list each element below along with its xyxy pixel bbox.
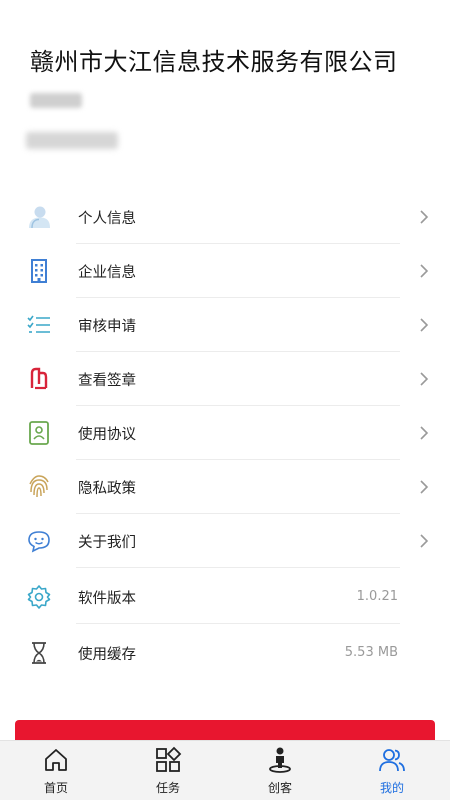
profile-header: 赣州市大江信息技术服务有限公司 (0, 0, 450, 178)
menu-item-about-us[interactable]: 关于我们 (0, 514, 450, 568)
menu-item-cache[interactable]: 使用缓存 5.53 MB (0, 626, 450, 680)
company-name: 赣州市大江信息技术服务有限公司 (30, 48, 398, 76)
chevron-right-icon (418, 209, 430, 225)
tab-maker[interactable]: 创客 (224, 741, 336, 800)
person-icon (26, 204, 52, 230)
menu-item-label: 关于我们 (78, 535, 136, 551)
version-value: 1.0.21 (356, 589, 398, 604)
redacted-username (30, 93, 82, 108)
chevron-right-icon (418, 317, 430, 333)
tab-label: 任务 (155, 781, 180, 795)
users-icon (378, 746, 406, 774)
tab-label: 首页 (43, 781, 68, 795)
grid-icon (154, 746, 182, 774)
menu-item-software-version: 软件版本 1.0.21 (0, 570, 450, 624)
menu-item-review-application[interactable]: 审核申请 (0, 298, 450, 352)
cache-size-value: 5.53 MB (344, 645, 398, 660)
divider (76, 623, 400, 624)
chevron-right-icon (418, 479, 430, 495)
hourglass-icon (26, 640, 52, 666)
seal-icon (26, 366, 52, 392)
fingerprint-icon (26, 474, 52, 500)
maker-icon (266, 746, 294, 774)
menu-item-usage-agreement[interactable]: 使用协议 (0, 406, 450, 460)
menu-item-label: 查看签章 (78, 373, 136, 389)
chat-smile-icon (26, 528, 52, 554)
tab-mine[interactable]: 我的 (336, 741, 448, 800)
checklist-icon (26, 312, 52, 338)
menu-item-label: 审核申请 (78, 319, 136, 335)
chevron-right-icon (418, 371, 430, 387)
menu-item-privacy-policy[interactable]: 隐私政策 (0, 460, 450, 514)
bottom-tab-bar: 首页 任务 创客 我的 (0, 740, 450, 800)
gear-icon (26, 584, 52, 610)
divider (76, 567, 400, 568)
tab-label: 创客 (267, 781, 292, 795)
menu-item-label: 隐私政策 (78, 481, 136, 497)
menu-item-company-info[interactable]: 企业信息 (0, 244, 450, 298)
id-card-icon (26, 420, 52, 446)
menu-item-label: 使用协议 (78, 427, 136, 443)
menu-item-label: 企业信息 (78, 265, 136, 281)
menu-item-label: 软件版本 (78, 591, 136, 607)
menu-item-label: 使用缓存 (78, 647, 136, 663)
chevron-right-icon (418, 263, 430, 279)
menu-item-personal-info[interactable]: 个人信息 (0, 190, 450, 244)
tab-tasks[interactable]: 任务 (112, 741, 224, 800)
menu-item-label: 个人信息 (78, 211, 136, 227)
chevron-right-icon (418, 533, 430, 549)
building-icon (26, 258, 52, 284)
menu-item-view-seal[interactable]: 查看签章 (0, 352, 450, 406)
chevron-right-icon (418, 425, 430, 441)
tab-home[interactable]: 首页 (0, 741, 112, 800)
home-icon (42, 746, 70, 774)
redacted-phone (26, 132, 118, 149)
tab-label: 我的 (379, 781, 404, 795)
